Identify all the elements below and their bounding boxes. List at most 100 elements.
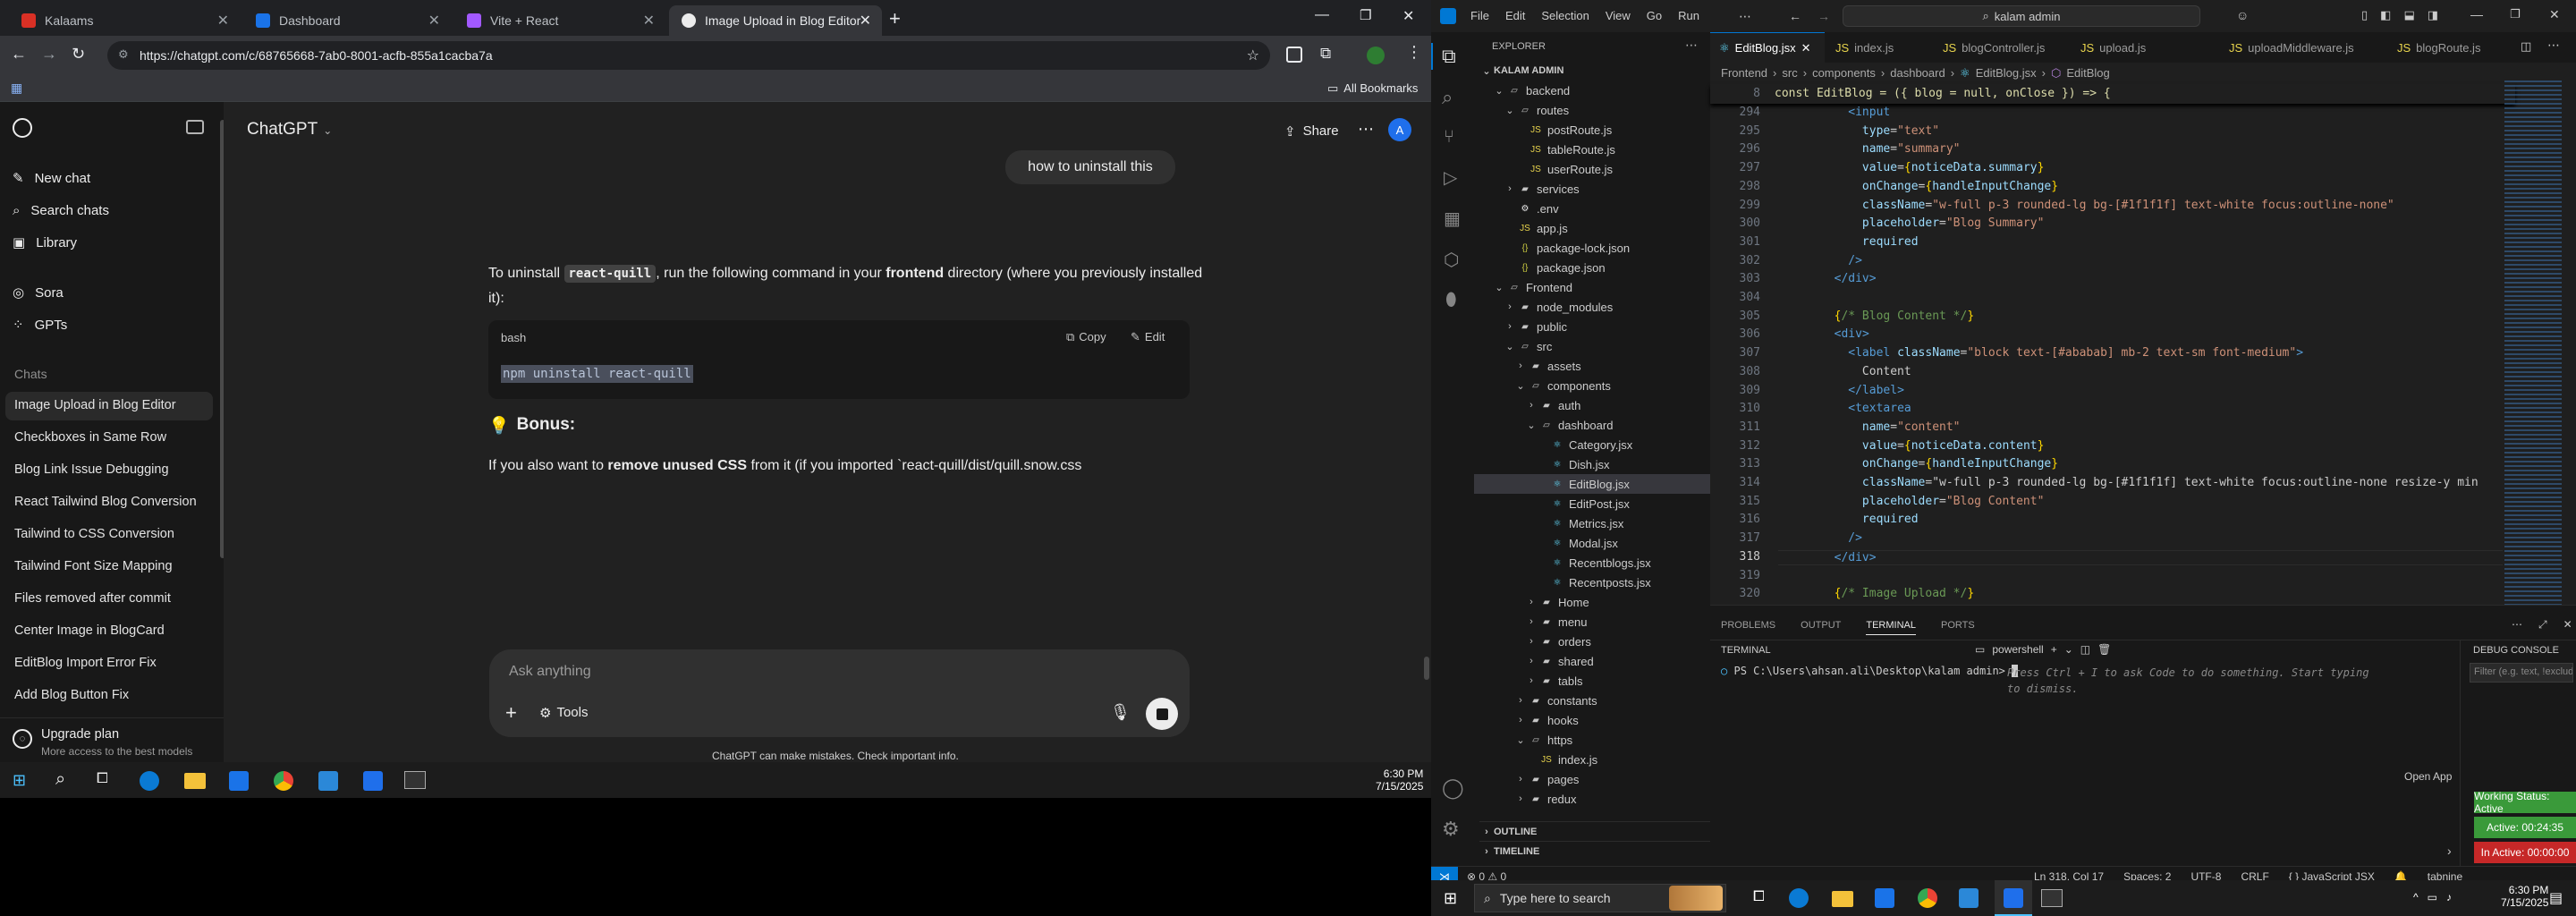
- toggle-secondary-icon[interactable]: ◨: [2428, 8, 2438, 22]
- close-window-button[interactable]: ✕: [1402, 7, 1414, 25]
- code-line[interactable]: </div>: [1778, 272, 1877, 285]
- tree-folder[interactable]: ⌄ ▱ components: [1474, 376, 1710, 395]
- settings-gear-icon[interactable]: ⚙: [1442, 818, 1460, 841]
- file-explorer-icon[interactable]: [1832, 891, 1853, 907]
- sora-button[interactable]: ◎ Sora: [13, 279, 64, 306]
- editor-tab-editblog[interactable]: ⚛ EditBlog.jsx ✕: [1710, 32, 1825, 63]
- menu-file[interactable]: File: [1470, 9, 1489, 22]
- explorer-more-icon[interactable]: ⋯: [1685, 38, 1698, 53]
- vscode-app-icon[interactable]: [318, 771, 338, 791]
- task-view-icon[interactable]: ⧠: [97, 771, 108, 787]
- tree-folder[interactable]: › ▰ menu: [1474, 612, 1710, 632]
- minimap[interactable]: [2504, 81, 2562, 608]
- chrome-menu-icon[interactable]: ⋮: [1406, 43, 1422, 62]
- tab-output[interactable]: OUTPUT: [1801, 620, 1841, 635]
- microphone-icon[interactable]: 🎙: [1110, 703, 1131, 722]
- volume-icon[interactable]: ♪: [2446, 891, 2452, 903]
- all-bookmarks[interactable]: ▭ All Bookmarks: [1327, 81, 1418, 96]
- edge-icon[interactable]: [1789, 888, 1809, 908]
- code-line[interactable]: name="content": [1778, 420, 1961, 434]
- code-text[interactable]: npm uninstall react-quill: [501, 365, 693, 383]
- menu-view[interactable]: View: [1606, 9, 1631, 22]
- account-icon[interactable]: ◯: [1442, 776, 1464, 800]
- chat-item[interactable]: EditBlog Import Error Fix: [14, 656, 157, 670]
- close-icon[interactable]: ✕: [1801, 41, 1811, 55]
- tree-folder[interactable]: › ▰ Home: [1474, 592, 1710, 612]
- windows-start-icon[interactable]: ⊞: [1444, 889, 1457, 908]
- tree-folder[interactable]: › ▰ constants: [1474, 691, 1710, 710]
- tree-folder[interactable]: › ▰ orders: [1474, 632, 1710, 651]
- code-line[interactable]: <textarea: [1778, 402, 1911, 415]
- library-button[interactable]: ▣ Library: [13, 229, 77, 256]
- editor-tab-blogroute[interactable]: JS blogRoute.js: [2388, 32, 2504, 63]
- back-icon[interactable]: ←: [1789, 9, 1801, 23]
- apps-grid-icon[interactable]: ▦: [11, 81, 25, 95]
- editor-tab-blogcontroller[interactable]: JS blogController.js: [1934, 32, 2070, 63]
- code-line[interactable]: required: [1778, 513, 1919, 526]
- edge-icon[interactable]: [140, 771, 159, 791]
- close-window-button[interactable]: ✕: [2549, 7, 2560, 22]
- tree-folder[interactable]: › ▰ shared: [1474, 651, 1710, 671]
- tab-problems[interactable]: PROBLEMS: [1721, 620, 1775, 635]
- tree-file[interactable]: ⚛ Metrics.jsx: [1474, 513, 1710, 533]
- code-line[interactable]: <label className="block text-[#ababab] m…: [1778, 346, 2303, 360]
- menu-run[interactable]: Run: [1678, 9, 1699, 22]
- toggle-sidebar-icon[interactable]: [186, 120, 204, 134]
- chat-item[interactable]: Image Upload in Blog Editor: [14, 398, 176, 412]
- store-icon[interactable]: [1875, 888, 1894, 908]
- tree-folder[interactable]: › ▰ hooks: [1474, 710, 1710, 730]
- tree-file[interactable]: ⚙ .env: [1474, 199, 1710, 218]
- tree-folder[interactable]: › ▰ tabls: [1474, 671, 1710, 691]
- code-line[interactable]: </div>: [1778, 549, 2503, 565]
- code-line[interactable]: placeholder="Blog Summary": [1778, 216, 2045, 230]
- code-line[interactable]: onChange={handleInputChange}: [1778, 457, 2058, 471]
- tree-file[interactable]: {} package.json: [1474, 258, 1710, 277]
- tree-folder[interactable]: › ▰ redux: [1474, 789, 1710, 809]
- root-folder[interactable]: ⌄ KALAM ADMIN: [1479, 61, 1563, 81]
- trash-icon[interactable]: 🗑: [2097, 643, 2111, 656]
- tab-vite-react[interactable]: Vite + React ✕: [454, 5, 665, 36]
- windows-start-icon[interactable]: ⊞: [13, 771, 26, 790]
- reload-icon[interactable]: ↻: [72, 45, 85, 64]
- chevron-up-icon[interactable]: ^: [2413, 891, 2419, 903]
- terminal-prompt[interactable]: ○ PS C:\Users\ahsan.ali\Desktop\kalam ad…: [1721, 665, 2019, 677]
- chat-item[interactable]: Center Image in BlogCard: [14, 623, 165, 638]
- openai-logo-icon[interactable]: [13, 118, 32, 138]
- chat-item[interactable]: Checkboxes in Same Row: [14, 430, 166, 445]
- tree-scrollbar[interactable]: [1703, 86, 1708, 873]
- tree-folder[interactable]: › ▰ pages: [1474, 769, 1710, 789]
- chrome-icon[interactable]: [274, 771, 293, 791]
- tab-image-upload[interactable]: Image Upload in Blog Editor ✕: [669, 5, 882, 36]
- tools-button[interactable]: ⚙ Tools: [539, 705, 588, 721]
- copilot-icon[interactable]: ☺: [2236, 8, 2249, 22]
- editor-tab-uploadmiddleware[interactable]: JS uploadMiddleware.js: [2220, 32, 2377, 63]
- reading-mode-icon[interactable]: [1286, 47, 1302, 63]
- tree-folder[interactable]: › ▰ auth: [1474, 395, 1710, 415]
- edit-button[interactable]: ✎ Edit: [1131, 330, 1165, 344]
- gpts-button[interactable]: ⁘ GPTs: [13, 311, 67, 338]
- tree-folder[interactable]: › ▰ services: [1474, 179, 1710, 199]
- toggle-panel-icon[interactable]: ⬓: [2403, 8, 2414, 22]
- add-terminal-icon[interactable]: +: [2051, 643, 2057, 656]
- sticky-scroll[interactable]: 8 const EditBlog = ({ blog = null, onClo…: [1710, 84, 2515, 104]
- editor-tab-index[interactable]: JS index.js: [1826, 32, 1934, 63]
- code-line[interactable]: <div>: [1778, 327, 1869, 341]
- chevron-right-icon[interactable]: ›: [2447, 844, 2452, 858]
- terminal-icon[interactable]: [404, 771, 426, 789]
- tree-file[interactable]: ⚛ Recentblogs.jsx: [1474, 553, 1710, 572]
- code-line[interactable]: className="w-full p-3 rounded-lg bg-[#1f…: [1778, 476, 2479, 489]
- profile-avatar[interactable]: [1367, 47, 1385, 64]
- tree-file[interactable]: JS app.js: [1474, 218, 1710, 238]
- chat-item[interactable]: Blog Link Issue Debugging: [14, 462, 169, 477]
- close-icon[interactable]: ✕: [217, 12, 229, 30]
- extensions-icon[interactable]: ⧉: [1320, 45, 1331, 63]
- new-chat-button[interactable]: ✎ New chat: [13, 165, 90, 191]
- model-selector[interactable]: ChatGPT ⌄: [247, 120, 332, 140]
- tree-file[interactable]: JS userRoute.js: [1474, 159, 1710, 179]
- tree-folder[interactable]: ⌄ ▱ dashboard: [1474, 415, 1710, 435]
- stop-button[interactable]: [1146, 698, 1178, 730]
- file-explorer-icon[interactable]: [184, 773, 206, 789]
- editor-tab-upload[interactable]: JS upload.js: [2072, 32, 2179, 63]
- menu-go[interactable]: Go: [1647, 9, 1662, 22]
- tree-folder[interactable]: › ▰ node_modules: [1474, 297, 1710, 317]
